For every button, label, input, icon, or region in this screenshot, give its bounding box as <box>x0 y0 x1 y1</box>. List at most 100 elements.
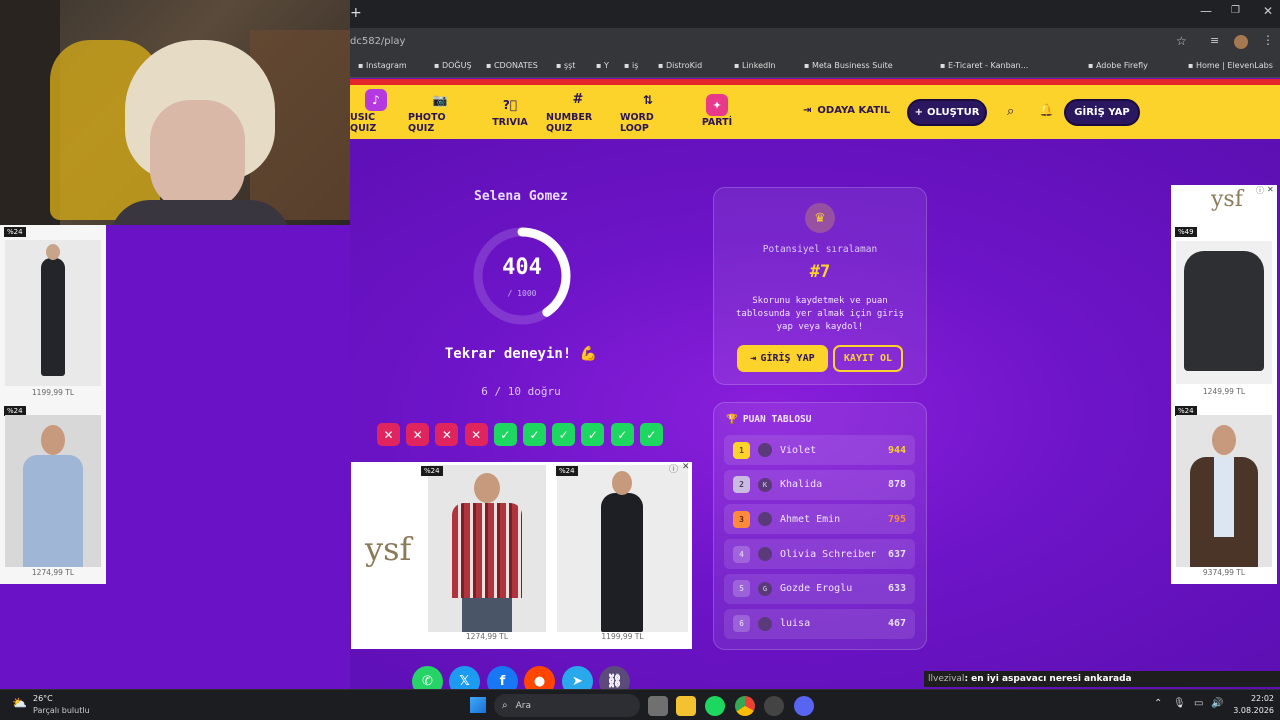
ad-info-icon[interactable]: ⓘ <box>1256 185 1264 196</box>
rank-badge: 5 <box>733 580 750 598</box>
plus-icon: + <box>914 107 923 118</box>
tray-chevron-icon[interactable]: ⌃ <box>1154 698 1162 709</box>
nav-photo-quiz[interactable]: 📷 PHOTO QUIZ <box>408 85 472 139</box>
nav-label: PHOTO QUIZ <box>408 111 446 134</box>
score-max: / 1000 <box>507 289 537 298</box>
nav-label: USIC QUIZ <box>350 111 377 134</box>
bookmark-item[interactable]: ▪ CDONATES <box>486 61 538 70</box>
bookmark-item[interactable]: ▪ Adobe Firefly <box>1088 61 1148 70</box>
leaderboard-row[interactable]: 1 Violet 944 <box>724 435 915 465</box>
join-room-link[interactable]: ⇥ ODAYA KATIL <box>803 105 890 116</box>
blazer-product-image <box>1176 415 1272 567</box>
new-tab-button[interactable]: + <box>350 5 362 21</box>
bookmark-item[interactable]: ▪ Y <box>596 61 609 70</box>
clock-time[interactable]: 22:02 <box>1240 694 1274 703</box>
bookmark-item[interactable]: ▪ şşt <box>556 61 575 70</box>
bookmark-item[interactable]: ▪ E-Ticaret - Kanban... <box>940 61 1028 70</box>
create-button[interactable]: + OLUŞTUR <box>907 99 987 126</box>
start-icon[interactable] <box>470 697 486 713</box>
discord-icon[interactable] <box>794 696 814 716</box>
nav-trivia[interactable]: ?⃝ TRIVIA <box>488 85 532 139</box>
player-score: 795 <box>887 513 906 525</box>
ysf-logo: ysf <box>365 530 412 568</box>
ticker-user: llvezival <box>928 674 965 684</box>
wrong-answer-icon: ✕ <box>464 423 488 446</box>
rank-badge: 1 <box>733 441 750 459</box>
volume-icon[interactable]: 🔊 <box>1211 698 1223 709</box>
nav-word-loop[interactable]: ⇅ WORD LOOP <box>620 85 676 139</box>
bell-icon[interactable]: 🔔 <box>1039 103 1054 117</box>
bookmark-label: şşt <box>563 61 576 70</box>
player-avatar <box>758 616 772 631</box>
clock-date[interactable]: 3.08.2026 <box>1228 706 1274 715</box>
minimize-button[interactable]: — <box>1200 4 1212 18</box>
center-ad-banner[interactable]: ysf %24 1274,99 TL %24 1199,99 TL ⓘ ✕ <box>351 462 692 649</box>
media-control-icon[interactable]: ≡ <box>1210 34 1219 47</box>
bookmark-item[interactable]: ▪ LinkedIn <box>734 61 776 70</box>
correct-answer-icon: ✓ <box>639 423 663 446</box>
github-icon[interactable] <box>764 696 784 716</box>
ad-close-icon[interactable]: ✕ <box>682 462 690 472</box>
rank-value: #7 <box>809 262 831 282</box>
product-price: 9374,99 TL <box>1202 568 1246 577</box>
bookmark-label: Home | ElevenLabs <box>1195 61 1273 70</box>
search-icon[interactable]: ⌕ <box>1007 104 1014 119</box>
bookmark-label: LinkedIn <box>741 61 776 70</box>
leaderboard-row[interactable]: 2 K Khalida 878 <box>724 469 915 500</box>
left-ad-panel[interactable]: %24 1199,99 TL %24 1274,99 TL <box>0 225 106 584</box>
file-explorer-icon[interactable] <box>676 696 696 716</box>
ad-info-icon[interactable]: ⓘ <box>669 462 678 475</box>
windows-taskbar: ⛅ 26°C Parçalı bulutlu ⌕ Ara ⌃ 🎙 ▭ 🔊 22:… <box>0 689 1280 720</box>
bookmark-item[interactable]: ▪ DOĞUŞ <box>434 61 472 70</box>
bookmark-item[interactable]: ▪ Home | ElevenLabs <box>1188 61 1273 70</box>
product-price: 1274,99 TL <box>465 632 509 641</box>
spotify-icon[interactable] <box>705 696 725 716</box>
profile-avatar[interactable] <box>1234 35 1248 49</box>
chrome-menu-icon[interactable]: ⋮ <box>1262 33 1274 47</box>
discount-badge: %24 <box>4 227 26 237</box>
network-icon[interactable]: ▭ <box>1194 698 1203 709</box>
webcam-overlay <box>0 0 350 225</box>
player-avatar <box>758 547 772 562</box>
weather-temp: 26°C <box>33 694 53 703</box>
bookmark-item[interactable]: ▪ DistroKid <box>658 61 702 70</box>
nav-party[interactable]: ✦ PARTİ <box>700 85 734 139</box>
sort-icon: ⇅ <box>642 92 654 107</box>
weather-icon: ⛅ <box>12 696 27 710</box>
telegram-icon: ➤ <box>572 674 583 689</box>
restore-button[interactable]: ❐ <box>1231 5 1240 16</box>
right-ad-panel[interactable]: ysf ⓘ ✕ %49 1249,99 TL %24 9374,99 TL <box>1171 185 1277 584</box>
bookmark-label: DOĞUŞ <box>441 61 472 70</box>
register-button[interactable]: KAYIT OL <box>833 345 903 372</box>
url-field[interactable]: dc582/play <box>350 36 405 47</box>
nav-number-quiz[interactable]: # NUMBER QUIZ <box>546 85 610 139</box>
product-price: 1274,99 TL <box>31 568 75 577</box>
bookmark-item[interactable]: ▪ iş <box>624 61 638 70</box>
card-login-button[interactable]: ⇥ GİRİŞ YAP <box>737 345 828 372</box>
artist-name: Selena Gomez <box>474 189 568 204</box>
nav-login-button[interactable]: GİRİŞ YAP <box>1064 99 1140 126</box>
microphone-icon[interactable]: 🎙 <box>1173 698 1186 709</box>
player-name: Ahmet Emin <box>780 513 841 525</box>
leaderboard-row[interactable]: 4 Olivia Schreiber 637 <box>724 539 915 570</box>
task-view-icon[interactable] <box>648 696 668 716</box>
player-name: luisa <box>780 618 811 629</box>
player-score: 637 <box>887 548 906 560</box>
bookmark-star-icon[interactable]: ☆ <box>1176 34 1187 48</box>
player-name: Gozde Eroglu <box>780 583 853 595</box>
nav-music-quiz[interactable]: ♪ USIC QUIZ <box>350 85 402 139</box>
ad-close-icon[interactable]: ✕ <box>1267 185 1274 194</box>
bookmark-item[interactable]: ▪ Instagram <box>358 61 407 70</box>
product-price: 1199,99 TL <box>31 388 75 397</box>
bookmark-icon: ▪ <box>486 61 494 70</box>
leaderboard-row[interactable]: 5 G Gozde Eroglu 633 <box>724 573 915 604</box>
bookmarks-bar: ▪ Instagram ▪ DOĞUŞ ▪ CDONATES ▪ şşt ▪ Y ▪ iş… <box>350 56 1280 78</box>
x-icon: 𝕏 <box>459 674 470 689</box>
chrome-icon[interactable] <box>735 696 755 716</box>
taskbar-search[interactable]: ⌕ Ara <box>494 694 640 717</box>
bookmark-item[interactable]: ▪ Meta Business Suite <box>804 61 893 70</box>
leaderboard-row[interactable]: 3 Ahmet Emin 795 <box>724 504 915 535</box>
discount-badge: %24 <box>421 466 443 476</box>
close-window-button[interactable]: ✕ <box>1263 4 1273 18</box>
leaderboard-row[interactable]: 6 luisa 467 <box>724 608 915 639</box>
